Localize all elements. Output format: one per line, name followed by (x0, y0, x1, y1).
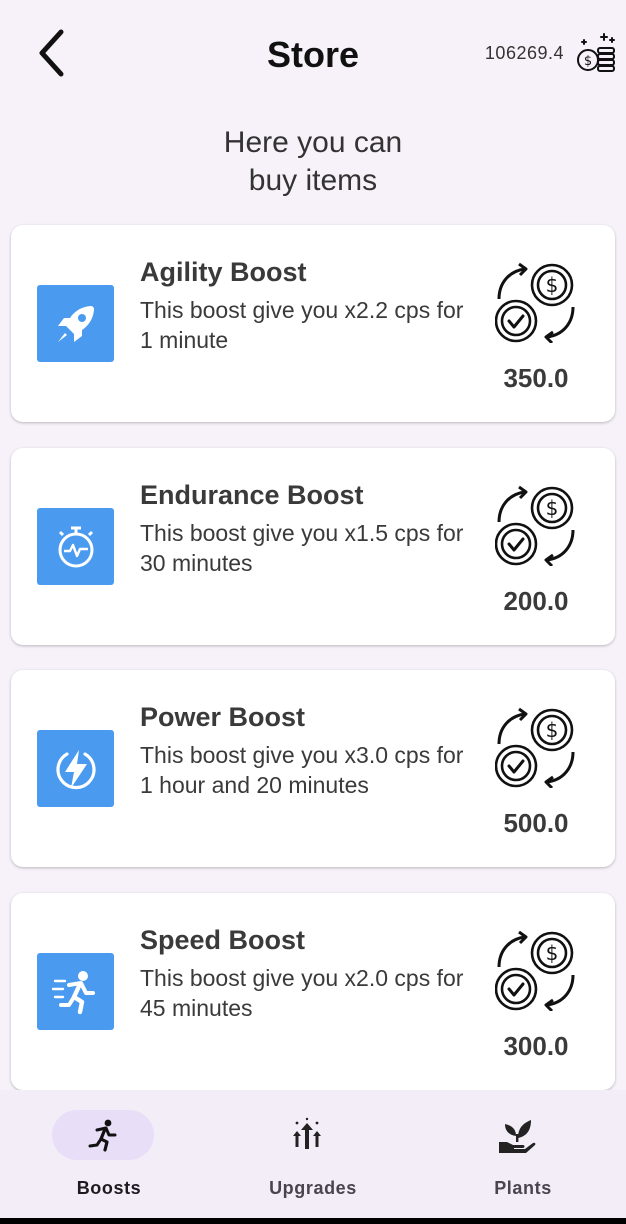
item-icon-box (37, 953, 114, 1030)
svg-text:$: $ (584, 54, 592, 69)
nav-tab-label: Plants (494, 1178, 552, 1198)
item-price: 200.0 (503, 586, 569, 616)
item-price: 350.0 (503, 363, 569, 393)
item-icon-box (37, 730, 114, 807)
store-item-speed-boost[interactable]: Speed Boost This boost give you x2.0 cps… (11, 893, 615, 1090)
stopwatch-icon (58, 526, 93, 567)
item-icon-box (37, 508, 114, 585)
currency-exchange-icon: $ (495, 930, 575, 1011)
item-name: Power Boost (140, 702, 306, 732)
store-item-agility-boost[interactable]: Agility Boost This boost give you x2.2 c… (11, 225, 615, 422)
nav-tab-plants[interactable]: Plants (443, 1108, 603, 1208)
svg-text:$: $ (546, 496, 559, 520)
running-person-icon (51, 970, 95, 1014)
lightning-icon (55, 749, 96, 789)
running-icon (88, 1119, 117, 1152)
item-price: 500.0 (503, 808, 569, 838)
item-price: 300.0 (503, 1031, 569, 1061)
item-description: This boost give you x2.0 cps for 45 minu… (140, 965, 464, 1021)
store-item-power-boost[interactable]: Power Boost This boost give you x3.0 cps… (11, 670, 615, 867)
nav-tab-boosts[interactable]: Boosts (29, 1108, 189, 1208)
bottom-navigation: Boosts Upgrades Plants (0, 1090, 626, 1224)
subtitle-line-2: buy items (248, 164, 378, 197)
upgrade-arrows-icon (293, 1117, 321, 1149)
item-name: Agility Boost (140, 257, 307, 287)
currency-exchange-icon: $ (495, 262, 575, 343)
top-bar: Store 106269.4 $ (0, 0, 626, 108)
item-icon-box (37, 285, 114, 362)
active-indicator (52, 1110, 154, 1160)
currency-exchange-icon: $ (495, 485, 575, 566)
item-description: This boost give you x2.2 cps for 1 minut… (140, 297, 464, 353)
svg-text:$: $ (546, 273, 559, 297)
item-name: Endurance Boost (140, 480, 364, 510)
item-description: This boost give you x1.5 cps for 30 minu… (140, 520, 464, 576)
nav-tab-upgrades[interactable]: Upgrades (233, 1108, 393, 1208)
coin-balance: 106269.4 (484, 43, 564, 63)
nav-tab-label: Boosts (76, 1178, 142, 1198)
svg-text:$: $ (546, 941, 559, 965)
svg-text:$: $ (546, 718, 559, 742)
nav-icon-container (466, 1110, 568, 1160)
subtitle-line-1: Here you can (223, 126, 403, 159)
coins-stack-icon: $ (577, 33, 615, 72)
item-description: This boost give you x3.0 cps for 1 hour … (140, 742, 464, 798)
store-subtitle: Here you can buy items (0, 124, 626, 200)
nav-icon-container (256, 1110, 358, 1160)
item-name: Speed Boost (140, 925, 306, 955)
nav-tab-label: Upgrades (269, 1178, 357, 1198)
store-item-endurance-boost[interactable]: Endurance Boost This boost give you x1.5… (11, 448, 615, 645)
currency-exchange-icon: $ (495, 707, 575, 788)
rocket-icon (57, 305, 94, 342)
plant-hand-icon (499, 1120, 536, 1153)
